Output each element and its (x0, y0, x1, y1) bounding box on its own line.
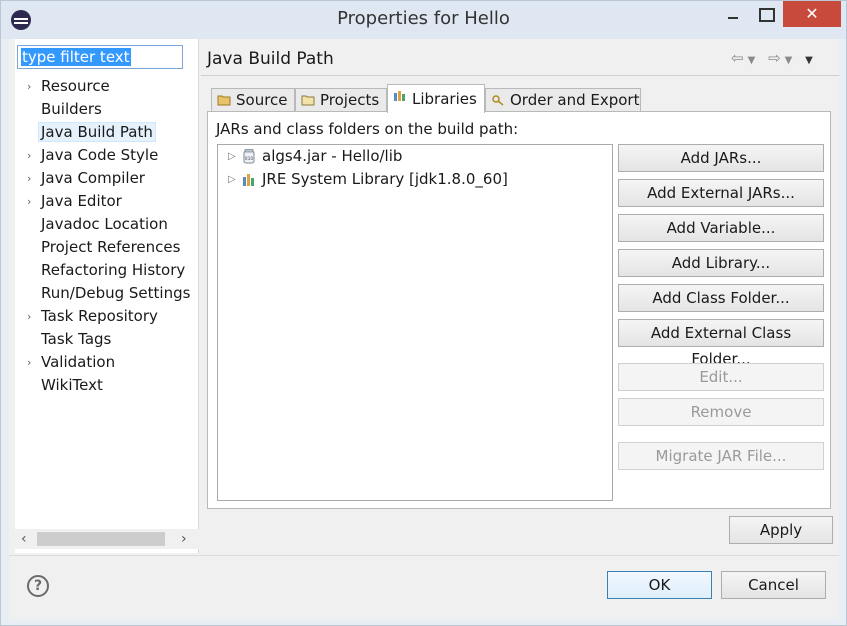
remove-button[interactable]: Remove (618, 398, 824, 426)
chevron-left-icon[interactable]: ‹ (21, 529, 27, 549)
tree-item-label: Task Tags (41, 330, 112, 348)
tree-item-label: Refactoring History (41, 261, 186, 279)
libraries-label: JARs and class folders on the build path… (216, 120, 519, 138)
tree-item-label: Run/Debug Settings (41, 284, 191, 302)
ok-button[interactable]: OK (607, 571, 712, 599)
order-export-icon (492, 95, 504, 106)
tab-label: Libraries (412, 90, 477, 108)
maximize-button[interactable] (751, 1, 779, 27)
properties-tree: › Resource Builders Java Build Path › Java… (15, 75, 199, 397)
right-pane: Java Build Path ⇦▼ ⇨▼ ▼ Source Projects (201, 39, 839, 553)
left-pane: type filter text › Resource Builders Java… (15, 39, 199, 553)
add-class-folder-button[interactable]: Add Class Folder... (618, 284, 824, 312)
library-icon (243, 174, 254, 186)
svg-text:010: 010 (245, 156, 254, 162)
properties-window: Properties for Hello ✕ type filter text … (0, 0, 847, 626)
tree-item-refactoring-history[interactable]: Refactoring History (15, 259, 199, 282)
tree-item-label: Java Build Path (38, 122, 156, 142)
tree-item-builders[interactable]: Builders (15, 98, 199, 121)
close-icon: ✕ (805, 4, 819, 23)
footer-separator (9, 555, 839, 556)
jar-icon: 010 (243, 149, 255, 164)
filter-input-text: type filter text (21, 48, 131, 66)
tree-item-wikitext[interactable]: WikiText (15, 374, 199, 397)
list-item[interactable]: ▷ 010 algs4.jar - Hello/lib (218, 145, 612, 168)
list-item-label: JRE System Library [jdk1.8.0_60] (262, 170, 508, 188)
chevron-right-icon[interactable]: › (27, 351, 31, 374)
page-title: Java Build Path (207, 49, 334, 69)
project-folder-icon (301, 95, 315, 106)
tree-item-java-compiler[interactable]: › Java Compiler (15, 167, 199, 190)
tab-libraries[interactable]: Libraries (387, 84, 485, 113)
back-dropdown-icon[interactable]: ▼ (748, 55, 760, 66)
source-folder-icon (217, 95, 231, 106)
add-variable-button[interactable]: Add Variable... (618, 214, 824, 242)
tree-item-project-references[interactable]: Project References (15, 236, 199, 259)
tree-item-resource[interactable]: › Resource (15, 75, 199, 98)
title-bar[interactable]: Properties for Hello ✕ (1, 1, 846, 39)
edit-button[interactable]: Edit... (618, 363, 824, 391)
add-jars-button[interactable]: Add JARs... (618, 144, 824, 172)
cancel-button[interactable]: Cancel (721, 571, 826, 599)
add-library-button[interactable]: Add Library... (618, 249, 824, 277)
dialog-content: type filter text › Resource Builders Java… (9, 39, 839, 619)
tab-projects[interactable]: Projects (295, 88, 387, 112)
minimize-button[interactable] (719, 1, 747, 27)
forward-arrow-icon[interactable]: ⇨ (768, 49, 785, 67)
close-button[interactable]: ✕ (783, 1, 841, 27)
chevron-right-icon[interactable]: › (27, 144, 31, 167)
chevron-right-icon[interactable]: › (27, 305, 31, 328)
list-item-label: algs4.jar - Hello/lib (262, 147, 403, 165)
chevron-right-icon[interactable]: › (27, 75, 31, 98)
back-arrow-icon[interactable]: ⇦ (731, 49, 748, 67)
tree-item-java-editor[interactable]: › Java Editor (15, 190, 199, 213)
history-navigation: ⇦▼ ⇨▼ ▼ (731, 49, 817, 67)
forward-dropdown-icon[interactable]: ▼ (785, 55, 797, 66)
tree-item-java-code-style[interactable]: › Java Code Style (15, 144, 199, 167)
library-icon (394, 91, 405, 101)
add-external-class-folder-button[interactable]: Add External Class Folder... (618, 319, 824, 368)
help-icon[interactable]: ? (27, 575, 49, 597)
tree-item-task-repository[interactable]: › Task Repository (15, 305, 199, 328)
tree-item-label: Java Compiler (41, 169, 145, 187)
list-item[interactable]: ▷ JRE System Library [jdk1.8.0_60] (218, 168, 612, 191)
tree-item-label: Java Editor (41, 192, 122, 210)
tree-item-java-build-path[interactable]: Java Build Path (15, 121, 199, 144)
tree-item-validation[interactable]: › Validation (15, 351, 199, 374)
title-separator (201, 75, 839, 76)
expand-triangle-icon[interactable]: ▷ (228, 145, 236, 168)
view-menu-icon[interactable]: ▼ (805, 55, 817, 66)
libraries-panel: JARs and class folders on the build path… (207, 111, 831, 509)
chevron-right-icon[interactable]: › (27, 167, 31, 190)
tree-item-label: Builders (41, 100, 102, 118)
tree-item-label: Project References (41, 238, 181, 256)
build-path-list[interactable]: ▷ 010 algs4.jar - Hello/lib ▷ JRE System… (217, 144, 613, 501)
tree-item-task-tags[interactable]: Task Tags (15, 328, 199, 351)
chevron-right-icon[interactable]: › (181, 529, 187, 549)
tree-item-run-debug-settings[interactable]: Run/Debug Settings (15, 282, 199, 305)
tab-label: Order and Export (510, 91, 640, 109)
tab-source[interactable]: Source (211, 88, 295, 112)
horizontal-scrollbar[interactable]: ‹ › (15, 529, 199, 549)
migrate-jar-button[interactable]: Migrate JAR File... (618, 442, 824, 470)
tab-label: Projects (320, 91, 380, 109)
tree-item-label: Validation (41, 353, 116, 371)
expand-triangle-icon[interactable]: ▷ (228, 168, 236, 191)
filter-input[interactable]: type filter text (17, 45, 183, 69)
tree-item-label: Javadoc Location (41, 215, 168, 233)
add-external-jars-button[interactable]: Add External JARs... (618, 179, 824, 207)
tree-item-label: Java Code Style (41, 146, 159, 164)
tab-order-and-export[interactable]: Order and Export (485, 88, 641, 112)
apply-button[interactable]: Apply (729, 516, 833, 544)
scrollbar-thumb[interactable] (37, 532, 165, 546)
tree-item-javadoc-location[interactable]: Javadoc Location (15, 213, 199, 236)
tree-item-label: Task Repository (41, 307, 158, 325)
chevron-right-icon[interactable]: › (27, 190, 31, 213)
tree-item-label: Resource (41, 77, 110, 95)
tree-item-label: WikiText (41, 376, 103, 394)
tab-label: Source (236, 91, 288, 109)
